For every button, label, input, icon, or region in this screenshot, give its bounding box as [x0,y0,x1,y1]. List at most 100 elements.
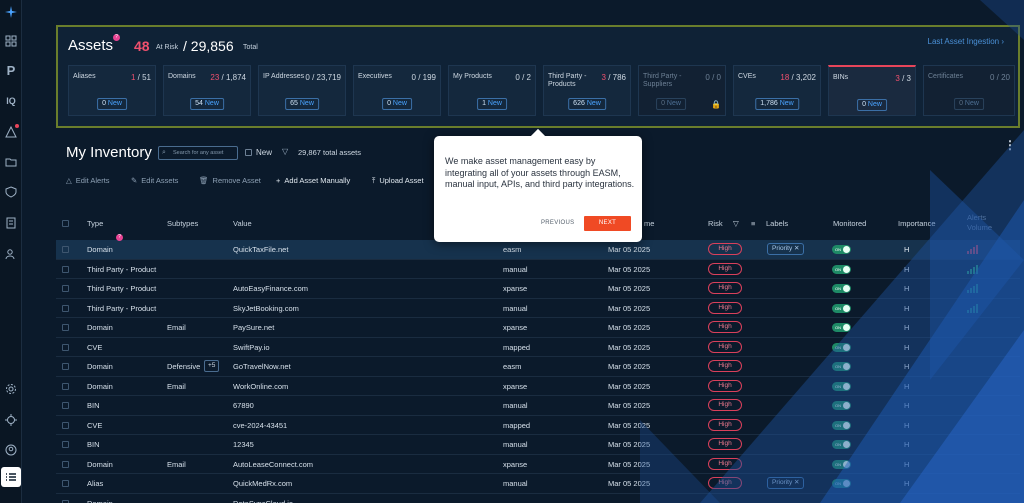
card-third-party-products[interactable]: Third Party - Products 3 / 786 626 New [543,65,631,116]
card-third-party-suppliers[interactable]: Third Party - Suppliers 0 / 0 0 New 🔒 [638,65,726,116]
card-certificates[interactable]: Certificates 0 / 20 0 New [923,65,1015,116]
table-row[interactable]: Domain DataSyncCloud.io [56,494,1020,503]
monitored-toggle[interactable]: ON [832,245,851,254]
cell-value[interactable]: cve-2024-43451 [233,421,287,430]
table-row[interactable]: Alias QuickMedRx.com manual Mar 05 2025 High… [56,474,1020,494]
row-checkbox[interactable] [62,246,69,253]
new-badge[interactable]: 0 New [857,99,887,111]
card-cves[interactable]: CVEs 18 / 3,202 1,786 New [733,65,821,116]
new-badge[interactable]: 65 New [285,98,319,110]
row-checkbox[interactable] [62,363,69,370]
iq-icon[interactable]: IQ [3,93,19,109]
monitored-toggle[interactable]: ON [832,479,851,488]
profile-icon[interactable] [3,442,19,458]
users-icon[interactable] [3,246,19,262]
monitored-toggle[interactable]: ON [832,323,851,332]
monitored-toggle[interactable]: ON [832,401,851,410]
new-badge[interactable]: 0 New [97,98,127,110]
row-help-icon[interactable]: ? [116,234,123,241]
monitored-toggle[interactable]: ON [832,440,851,449]
target-icon[interactable] [3,412,19,428]
monitored-toggle[interactable]: ON [832,264,851,274]
new-badge[interactable]: 0 New [656,98,686,110]
header-importance[interactable]: Importance [898,219,936,228]
monitored-toggle[interactable]: ON [832,342,851,352]
table-row[interactable]: Domain Email WorkOnline.com xpanse Mar 05 20… [56,377,1020,396]
cell-value[interactable]: SwiftPay.io [233,343,270,352]
table-row[interactable]: Third Party - Product SkyJetBooking.com ma… [56,299,1020,318]
table-row[interactable]: Domain Defensive +5 GoTravelNow.net easm Mar … [56,357,1020,377]
table-row[interactable]: Third Party - Product manual Mar 05 2025 Hi… [56,260,1020,279]
row-checkbox[interactable] [62,499,69,503]
monitored-toggle[interactable]: ON [832,303,851,313]
remove-asset-button[interactable]: 🗑 Remove Asset [199,176,261,185]
row-checkbox[interactable] [62,402,69,409]
risk-filter-icon[interactable]: ▽ [733,219,739,228]
shield-icon[interactable] [3,184,19,200]
document-icon[interactable] [3,215,19,231]
card-aliases[interactable]: Aliases 1 / 51 0 New [68,65,156,116]
help-icon[interactable]: ? [113,34,120,41]
edit-assets-button[interactable]: ✎ Edit Assets [131,176,178,185]
cell-value[interactable]: AutoLeaseConnect.com [233,460,313,469]
upload-asset-button[interactable]: ⤒ Upload Asset [372,176,424,186]
cell-value[interactable]: 12345 [233,440,254,449]
monitored-toggle[interactable]: ON [832,362,851,371]
add-asset-manually-button[interactable]: + Add Asset Manually [276,176,350,185]
new-badge[interactable]: 0 New [382,98,412,110]
settings-icon[interactable] [3,381,19,397]
row-checkbox[interactable] [62,324,69,331]
monitored-toggle[interactable]: ON [832,420,851,430]
more-options-icon[interactable]: ⋮ [1004,138,1016,152]
row-checkbox[interactable] [62,382,69,390]
cell-value[interactable]: 67890 [233,401,254,410]
new-filter-checkbox[interactable] [245,149,252,156]
row-checkbox[interactable] [62,304,69,312]
cell-value[interactable]: GoTravelNow.net [233,362,291,371]
row-checkbox[interactable] [62,421,69,429]
header-labels[interactable]: Labels [766,219,788,228]
card-bins[interactable]: BINs 3 / 3 0 New [828,65,916,116]
search-input[interactable]: ⌕ Search for any asset [158,146,238,160]
header-date[interactable]: me [644,219,654,228]
header-alerts-volume[interactable]: Alerts Volume [967,213,1007,233]
table-row[interactable]: BIN 67890 manual Mar 05 2025 High ON H [56,396,1020,416]
select-all-checkbox[interactable] [62,220,69,227]
label-chip[interactable]: Priority ✕ [767,477,805,489]
folder-icon[interactable] [3,154,19,170]
new-badge[interactable]: 0 New [954,98,984,110]
row-checkbox[interactable] [62,460,69,468]
cell-value[interactable]: SkyJetBooking.com [233,304,299,313]
row-checkbox[interactable] [62,343,69,351]
last-asset-ingestion-link[interactable]: Last Asset Ingestion › [928,37,1005,46]
card-ip-addresses[interactable]: IP Addresses 0 / 23,719 65 New [258,65,346,116]
new-badge[interactable]: 1,786 New [755,98,799,110]
label-chip[interactable]: Priority ✕ [767,243,805,255]
p-logo-icon[interactable]: P [3,62,19,78]
header-monitored[interactable]: Monitored [833,219,866,228]
monitored-toggle[interactable]: ON [832,459,851,469]
cell-value[interactable]: QuickTaxFile.net [233,245,288,254]
alert-icon[interactable] [3,124,19,140]
next-button[interactable]: NEXT [584,216,631,231]
table-row[interactable]: BIN 12345 manual Mar 05 2025 High ON H [56,435,1020,455]
monitored-toggle[interactable]: ON [832,381,851,391]
cell-value[interactable]: PaySure.net [233,323,274,332]
header-type[interactable]: Type [87,219,103,228]
sort-icon[interactable]: ≡ [751,219,755,228]
filter-icon[interactable]: ▽ [282,147,288,156]
table-row[interactable]: CVE SwiftPay.io mapped Mar 05 2025 High ON H [56,338,1020,357]
new-badge[interactable]: 54 New [190,98,224,110]
row-checkbox[interactable] [62,441,69,448]
header-subtypes[interactable]: Subtypes [167,219,198,228]
card-domains[interactable]: Domains 23 / 1,874 54 New [163,65,251,116]
edit-alerts-button[interactable]: △ Edit Alerts [66,176,110,185]
inventory-list-icon[interactable] [1,467,21,487]
card-executives[interactable]: Executives 0 / 199 0 New [353,65,441,116]
monitored-toggle[interactable]: ON [832,284,851,293]
row-checkbox[interactable] [62,265,69,273]
table-row[interactable]: Third Party - Product AutoEasyFinance.com… [56,279,1020,299]
table-row[interactable]: CVE cve-2024-43451 mapped Mar 05 2025 High ON… [56,416,1020,435]
table-row[interactable]: Domain QuickTaxFile.net easm Mar 05 2025 Hig… [56,234,1020,260]
header-value[interactable]: Value [233,219,252,228]
